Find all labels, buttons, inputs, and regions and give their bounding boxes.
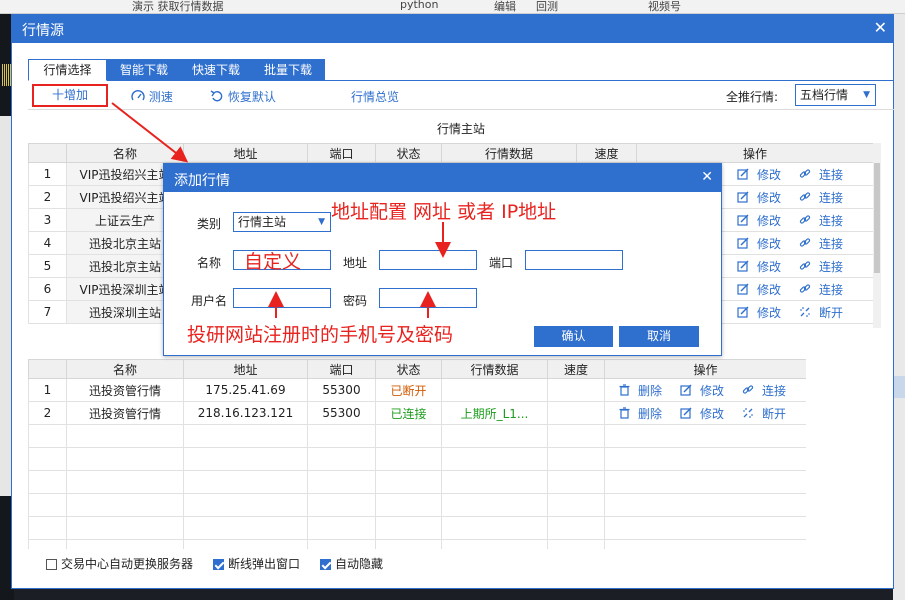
annotation-pointers — [268, 222, 451, 318]
